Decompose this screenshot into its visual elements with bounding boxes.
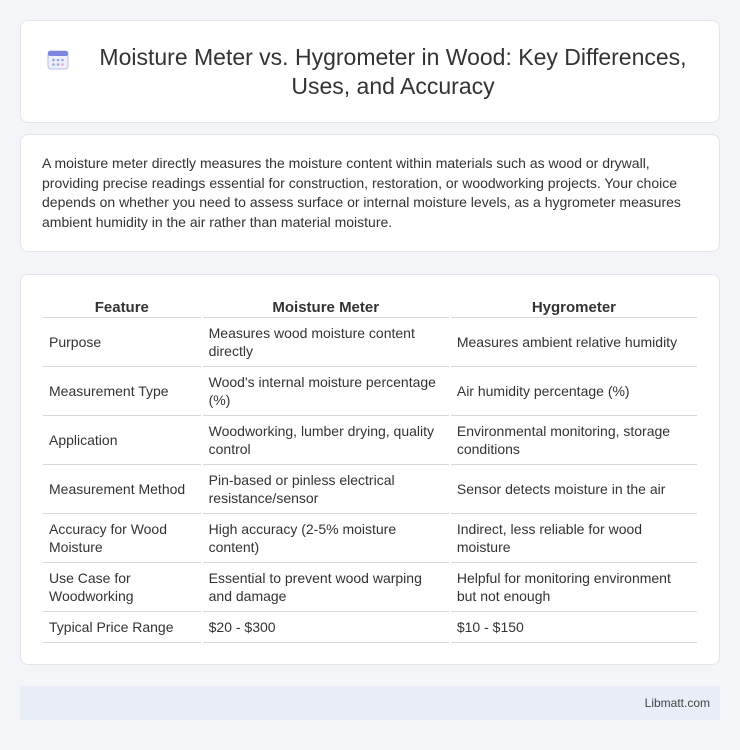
- row-hygrometer: Air humidity percentage (%): [450, 367, 697, 416]
- row-hygrometer: Environmental monitoring, storage condit…: [450, 416, 697, 465]
- table-row: Typical Price Range $20 - $300 $10 - $15…: [43, 612, 697, 643]
- table-row: Measurement Type Wood's internal moistur…: [43, 367, 697, 416]
- table-row: Accuracy for Wood Moisture High accuracy…: [43, 514, 697, 563]
- row-moisture-meter: Wood's internal moisture percentage (%): [202, 367, 449, 416]
- row-hygrometer: Indirect, less reliable for wood moistur…: [450, 514, 697, 563]
- row-feature: Accuracy for Wood Moisture: [43, 514, 201, 563]
- row-moisture-meter: High accuracy (2-5% moisture content): [202, 514, 449, 563]
- page-title: Moisture Meter vs. Hygrometer in Wood: K…: [99, 44, 687, 99]
- intro-card: A moisture meter directly measures the m…: [20, 134, 720, 252]
- title-card: Moisture Meter vs. Hygrometer in Wood: K…: [20, 20, 720, 123]
- table-row: Use Case for Woodworking Essential to pr…: [43, 563, 697, 612]
- row-feature: Use Case for Woodworking: [43, 563, 201, 612]
- row-feature: Application: [43, 416, 201, 465]
- row-moisture-meter: Woodworking, lumber drying, quality cont…: [202, 416, 449, 465]
- row-feature: Measurement Type: [43, 367, 201, 416]
- row-moisture-meter: Measures wood moisture content directly: [202, 318, 449, 367]
- row-hygrometer: Helpful for monitoring environment but n…: [450, 563, 697, 612]
- table-header-row: Feature Moisture Meter Hygrometer: [43, 295, 697, 318]
- intro-paragraph: A moisture meter directly measures the m…: [42, 155, 681, 230]
- row-feature: Purpose: [43, 318, 201, 367]
- row-moisture-meter: Essential to prevent wood warping and da…: [202, 563, 449, 612]
- header-feature: Feature: [43, 295, 201, 318]
- calendar-icon: [47, 50, 69, 70]
- footer-brand-link[interactable]: Libmatt.com: [645, 696, 710, 710]
- row-hygrometer: Measures ambient relative humidity: [450, 318, 697, 367]
- table-row: Measurement Method Pin-based or pinless …: [43, 465, 697, 514]
- row-hygrometer: Sensor detects moisture in the air: [450, 465, 697, 514]
- table-row: Purpose Measures wood moisture content d…: [43, 318, 697, 367]
- table-row: Application Woodworking, lumber drying, …: [43, 416, 697, 465]
- comparison-table-card: Feature Moisture Meter Hygrometer Purpos…: [20, 274, 720, 665]
- row-feature: Typical Price Range: [43, 612, 201, 643]
- footer-bar: Libmatt.com: [20, 686, 720, 720]
- row-moisture-meter: $20 - $300: [202, 612, 449, 643]
- header-moisture-meter: Moisture Meter: [202, 295, 449, 318]
- row-hygrometer: $10 - $150: [450, 612, 697, 643]
- comparison-table: Feature Moisture Meter Hygrometer Purpos…: [41, 295, 699, 643]
- row-feature: Measurement Method: [43, 465, 201, 514]
- row-moisture-meter: Pin-based or pinless electrical resistan…: [202, 465, 449, 514]
- header-hygrometer: Hygrometer: [450, 295, 697, 318]
